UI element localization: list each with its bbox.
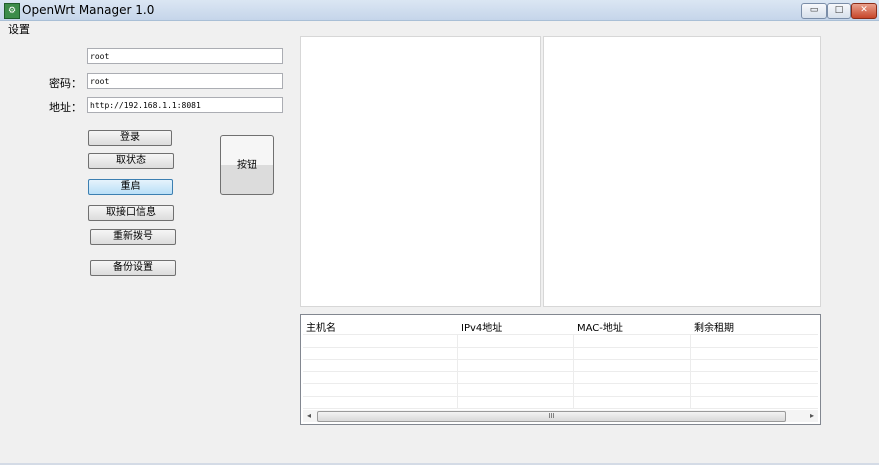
- login-button[interactable]: 登录: [88, 130, 172, 146]
- scroll-left-arrow-icon[interactable]: ◂: [303, 410, 315, 422]
- menu-settings[interactable]: 设置: [8, 21, 30, 37]
- backup-settings-button[interactable]: 备份设置: [90, 260, 176, 276]
- password-label: 密码：: [49, 77, 82, 90]
- get-interface-info-button[interactable]: 取接口信息: [88, 205, 174, 221]
- table-row: [303, 383, 818, 384]
- column-header-lease[interactable]: 剩余租期: [694, 319, 734, 334]
- table-row: [303, 396, 818, 397]
- scrollbar-thumb[interactable]: III: [317, 411, 786, 422]
- column-header-mac[interactable]: MAC-地址: [577, 319, 623, 334]
- address-field[interactable]: http://192.168.1.1:8081: [87, 97, 283, 113]
- minimize-button[interactable]: ▭: [801, 3, 827, 19]
- table-row: [303, 371, 818, 372]
- redial-button[interactable]: 重新拨号: [90, 229, 176, 245]
- table-row: [303, 347, 818, 348]
- close-button[interactable]: ✕: [851, 3, 877, 19]
- password-field[interactable]: root: [87, 73, 283, 89]
- address-label: 地址：: [49, 101, 82, 114]
- window-title: OpenWrt Manager 1.0: [22, 3, 155, 17]
- horizontal-scrollbar[interactable]: ◂ III ▸: [303, 410, 818, 422]
- get-status-button[interactable]: 取状态: [88, 153, 174, 169]
- right-output-panel[interactable]: [543, 36, 821, 307]
- left-output-panel[interactable]: [300, 36, 541, 307]
- menu-bar: 设置: [0, 21, 879, 37]
- column-header-hostname[interactable]: 主机名: [306, 319, 336, 334]
- table-row: [303, 334, 818, 335]
- maximize-button[interactable]: □: [827, 3, 851, 19]
- table-row: [303, 359, 818, 360]
- title-bar: ⚙ OpenWrt Manager 1.0 ▭ □ ✕: [0, 0, 879, 21]
- restart-button[interactable]: 重启: [88, 179, 173, 195]
- openwrt-app-icon: ⚙: [4, 3, 20, 19]
- scroll-right-arrow-icon[interactable]: ▸: [806, 410, 818, 422]
- table-row: [303, 408, 818, 409]
- username-field[interactable]: root: [87, 48, 283, 64]
- dhcp-lease-table[interactable]: 主机名 IPv4地址 MAC-地址 剩余租期 ◂ III ▸: [300, 314, 821, 425]
- generic-button[interactable]: 按钮: [220, 135, 274, 195]
- column-header-ipv4[interactable]: IPv4地址: [461, 319, 502, 334]
